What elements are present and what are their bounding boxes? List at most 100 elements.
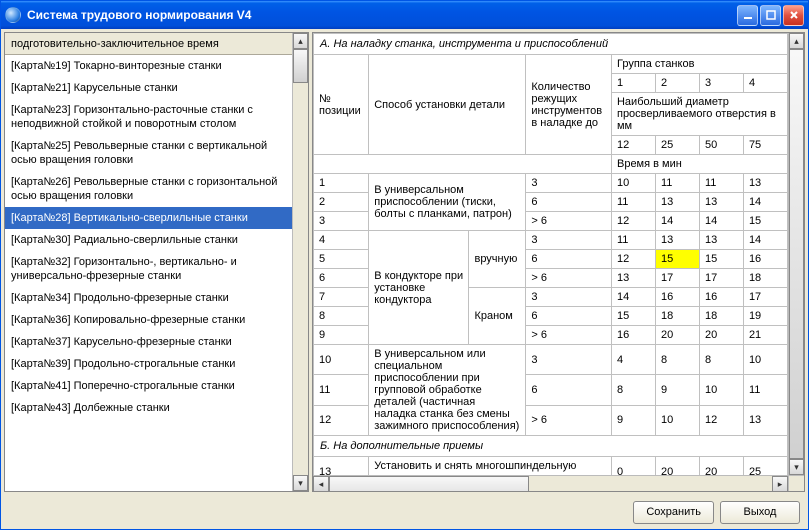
scroll-left-button[interactable]: ◂ xyxy=(313,476,329,492)
cell-qty[interactable]: 3 xyxy=(526,345,612,375)
cell-val[interactable]: 18 xyxy=(699,307,743,326)
cell-qty[interactable]: 3 xyxy=(526,288,612,307)
cell-val[interactable]: 15 xyxy=(743,212,787,231)
cell-pos[interactable]: 5 xyxy=(314,250,369,269)
scroll-track[interactable] xyxy=(789,49,804,459)
list-item[interactable]: [Карта№37] Карусельно-фрезерные станки xyxy=(5,331,292,353)
exit-button[interactable]: Выход xyxy=(720,501,800,524)
cell-val[interactable]: 18 xyxy=(743,269,787,288)
cell-method[interactable]: Установить и снять многошпиндельную голо… xyxy=(369,457,612,476)
cell-qty[interactable]: 6 xyxy=(526,375,612,405)
cell-val[interactable]: 13 xyxy=(699,193,743,212)
cell-val[interactable]: 17 xyxy=(699,269,743,288)
cell-val[interactable]: 13 xyxy=(611,269,655,288)
cell-val[interactable]: 13 xyxy=(743,405,787,435)
list-header[interactable]: подготовительно-заключительное время xyxy=(5,33,292,55)
cell-val[interactable]: 10 xyxy=(611,174,655,193)
scroll-up-button[interactable]: ▴ xyxy=(789,33,804,49)
cell-method[interactable]: В кондукторе при установке кондуктора xyxy=(369,231,469,345)
list-item[interactable]: [Карта№23] Горизонтально-расточные станк… xyxy=(5,99,292,135)
cell-val[interactable]: 11 xyxy=(743,375,787,405)
cell-val[interactable]: 19 xyxy=(743,307,787,326)
cell-val[interactable]: 10 xyxy=(699,375,743,405)
scroll-thumb[interactable] xyxy=(293,49,308,83)
cell-val[interactable]: 14 xyxy=(699,212,743,231)
cell-val[interactable]: 8 xyxy=(611,375,655,405)
cell-val[interactable]: 13 xyxy=(655,193,699,212)
cell-val[interactable]: 14 xyxy=(655,212,699,231)
main-h-scrollbar[interactable]: ◂ ▸ xyxy=(313,475,804,491)
main-v-scrollbar[interactable]: ▴ ▾ xyxy=(788,33,804,475)
cell-pos[interactable]: 6 xyxy=(314,269,369,288)
cell-val[interactable]: 12 xyxy=(699,405,743,435)
cell-pos[interactable]: 10 xyxy=(314,345,369,375)
cell-pos[interactable]: 11 xyxy=(314,375,369,405)
list-item[interactable]: [Карта№34] Продольно-фрезерные станки xyxy=(5,287,292,309)
cell-val[interactable]: 18 xyxy=(655,307,699,326)
cell-val[interactable]: 14 xyxy=(743,231,787,250)
cell-val[interactable]: 20 xyxy=(699,326,743,345)
cell-val-highlighted[interactable]: 15 xyxy=(655,250,699,269)
cell-val[interactable]: 16 xyxy=(655,288,699,307)
cell-val[interactable]: 13 xyxy=(655,231,699,250)
cell-qty[interactable]: 6 xyxy=(526,250,612,269)
minimize-button[interactable] xyxy=(737,5,758,26)
list-item[interactable]: [Карта№30] Радиально-сверлильные станки xyxy=(5,229,292,251)
cell-val[interactable]: 9 xyxy=(655,375,699,405)
cell-pos[interactable]: 4 xyxy=(314,231,369,250)
cell-val[interactable]: 8 xyxy=(655,345,699,375)
cell-qty[interactable]: 6 xyxy=(526,193,612,212)
scroll-track[interactable] xyxy=(293,49,308,475)
cell-val[interactable]: 15 xyxy=(699,250,743,269)
scroll-up-button[interactable]: ▴ xyxy=(293,33,308,49)
cell-val[interactable]: 10 xyxy=(655,405,699,435)
list-item-selected[interactable]: [Карта№28] Вертикально-сверлильные станк… xyxy=(5,207,292,229)
list-item[interactable]: [Карта№36] Копировально-фрезерные станки xyxy=(5,309,292,331)
list-item[interactable]: [Карта№19] Токарно-винторезные станки xyxy=(5,55,292,77)
cell-val[interactable]: 13 xyxy=(743,174,787,193)
cell-val[interactable]: 16 xyxy=(611,326,655,345)
maximize-button[interactable] xyxy=(760,5,781,26)
cell-val[interactable]: 12 xyxy=(611,212,655,231)
cell-val[interactable]: 11 xyxy=(655,174,699,193)
card-list[interactable]: подготовительно-заключительное время [Ка… xyxy=(5,33,292,491)
cell-val[interactable]: 20 xyxy=(655,326,699,345)
list-item[interactable]: [Карта№32] Горизонтально-, вертикально- … xyxy=(5,251,292,287)
list-item[interactable]: [Карта№21] Карусельные станки xyxy=(5,77,292,99)
save-button[interactable]: Сохранить xyxy=(633,501,714,524)
cell-val[interactable]: 14 xyxy=(611,288,655,307)
list-item[interactable]: [Карта№26] Револьверные станки с горизон… xyxy=(5,171,292,207)
scroll-thumb[interactable] xyxy=(329,476,529,492)
cell-val[interactable]: 11 xyxy=(611,231,655,250)
cell-val[interactable]: 17 xyxy=(655,269,699,288)
cell-val[interactable]: 4 xyxy=(611,345,655,375)
titlebar[interactable]: Система трудового нормирования V4 xyxy=(1,1,808,29)
cell-val[interactable]: 11 xyxy=(699,174,743,193)
cell-qty[interactable]: 3 xyxy=(526,174,612,193)
close-button[interactable] xyxy=(783,5,804,26)
cell-val[interactable]: 0 xyxy=(611,457,655,476)
list-item[interactable]: [Карта№25] Револьверные станки с вертика… xyxy=(5,135,292,171)
cell-val[interactable]: 14 xyxy=(743,193,787,212)
cell-qty[interactable]: > 6 xyxy=(526,326,612,345)
cell-pos[interactable]: 9 xyxy=(314,326,369,345)
cell-val[interactable]: 11 xyxy=(611,193,655,212)
cell-val[interactable]: 13 xyxy=(699,231,743,250)
cell-val[interactable]: 20 xyxy=(699,457,743,476)
sidebar-scrollbar[interactable]: ▴ ▾ xyxy=(292,33,308,491)
cell-val[interactable]: 17 xyxy=(743,288,787,307)
cell-pos[interactable]: 3 xyxy=(314,212,369,231)
cell-pos[interactable]: 8 xyxy=(314,307,369,326)
cell-val[interactable]: 9 xyxy=(611,405,655,435)
scroll-track[interactable] xyxy=(329,476,772,491)
scroll-down-button[interactable]: ▾ xyxy=(789,459,804,475)
cell-val[interactable]: 21 xyxy=(743,326,787,345)
scroll-right-button[interactable]: ▸ xyxy=(772,476,788,492)
list-item[interactable]: [Карта№41] Поперечно-строгальные станки xyxy=(5,375,292,397)
cell-qty[interactable]: 3 xyxy=(526,231,612,250)
cell-submethod[interactable]: Краном xyxy=(469,288,526,345)
cell-pos[interactable]: 1 xyxy=(314,174,369,193)
cell-val[interactable]: 16 xyxy=(743,250,787,269)
cell-val[interactable]: 8 xyxy=(699,345,743,375)
cell-qty[interactable]: 6 xyxy=(526,307,612,326)
